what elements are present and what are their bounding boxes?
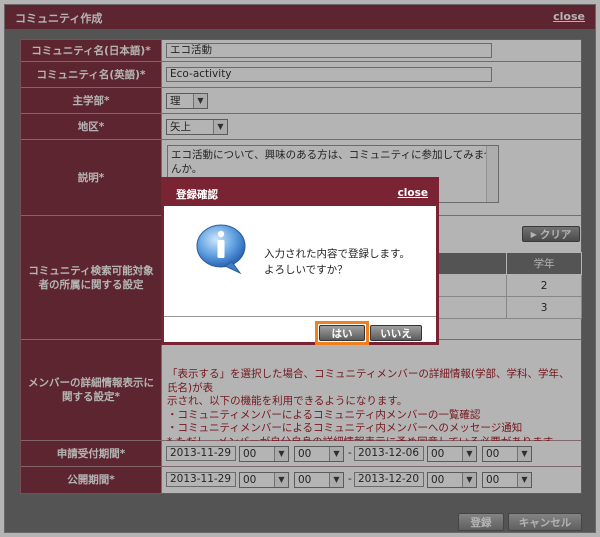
dialog-titlebar: 登録確認 close (164, 180, 436, 206)
dialog-message: 入力された内容で登録します。 よろしいですか？ (264, 246, 410, 278)
dialog-divider (164, 316, 436, 317)
info-icon (196, 224, 246, 275)
confirm-dialog: 登録確認 close 入力された内容で登録します。 よろしいですか？ はい いい… (161, 177, 439, 345)
dialog-title: 登録確認 (176, 189, 218, 201)
yes-button[interactable]: はい (319, 325, 365, 341)
no-button[interactable]: いいえ (370, 325, 422, 341)
dialog-close-link[interactable]: close (398, 187, 428, 199)
dialog-message-line: 入力された内容で登録します。 (264, 248, 410, 260)
dialog-message-line: よろしいですか？ (264, 264, 348, 276)
